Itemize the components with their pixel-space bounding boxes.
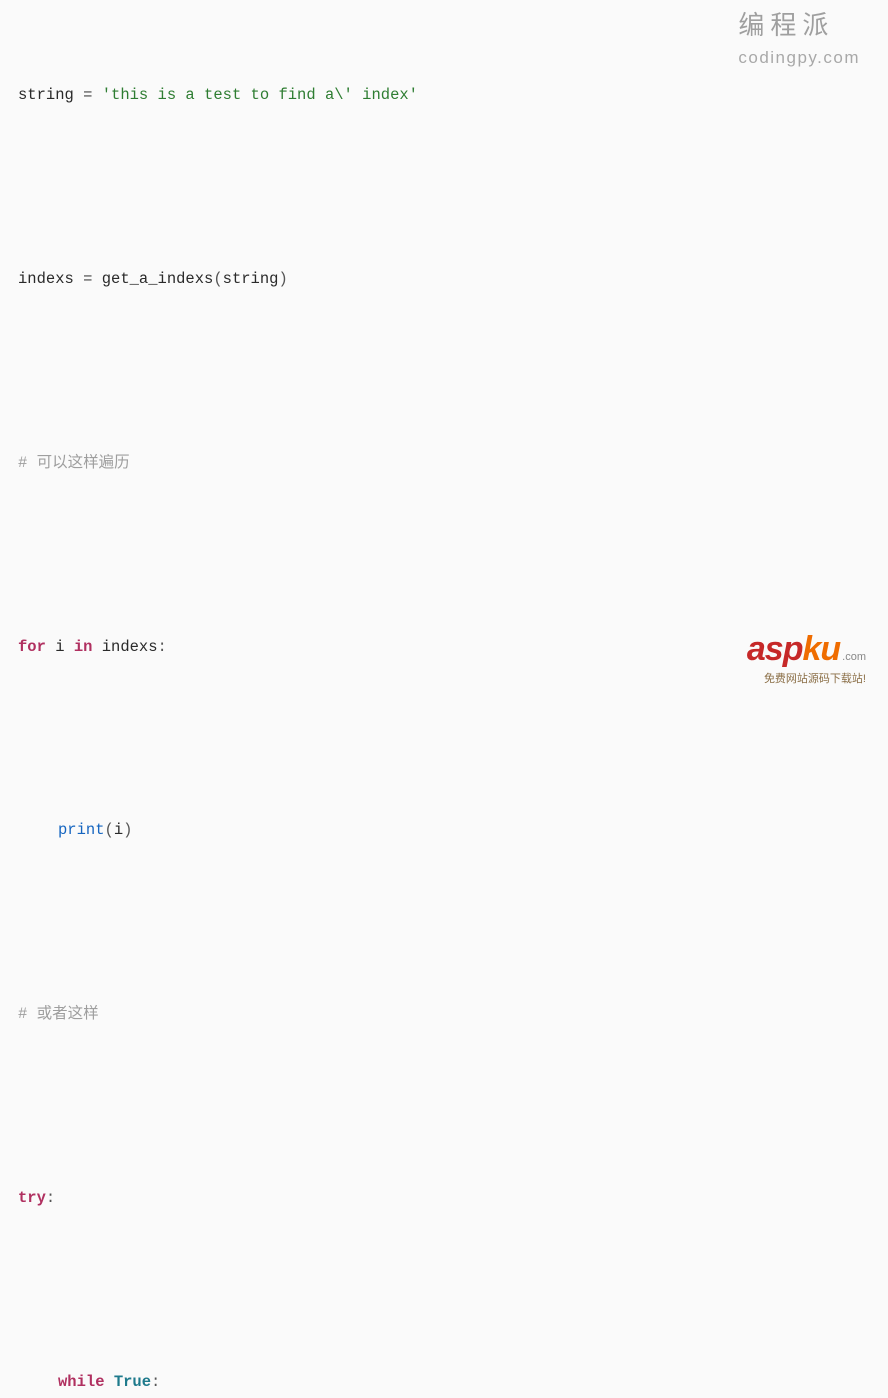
function-call: get_a_indexs <box>102 270 214 288</box>
keyword-while: while <box>58 1373 105 1391</box>
paren: ( <box>213 270 222 288</box>
colon: : <box>151 1373 160 1391</box>
watermark-aspku: aspku.com 免费网站源码下载站! <box>747 626 866 687</box>
blank-line <box>18 731 870 755</box>
code-line: print(i) <box>18 820 870 842</box>
keyword-for: for <box>18 638 46 656</box>
code-block: string = 'this is a test to find a\' ind… <box>18 20 870 1398</box>
watermark-tld: .com <box>842 650 866 665</box>
string-literal: 'this is a test to find a\' index' <box>102 86 418 104</box>
blank-line <box>18 180 870 204</box>
identifier: string <box>18 86 74 104</box>
blank-line <box>18 1283 870 1307</box>
argument: i <box>114 821 123 839</box>
blank-line <box>18 547 870 571</box>
watermark-logo: aspku.com <box>747 626 866 674</box>
comment-line: # 或者这样 <box>18 1004 870 1026</box>
paren: ) <box>278 270 287 288</box>
comment-line: # 可以这样遍历 <box>18 453 870 475</box>
keyword-in: in <box>74 638 93 656</box>
code-line: while True: <box>18 1372 870 1394</box>
code-line: indexs = get_a_indexs(string) <box>18 269 870 291</box>
keyword-true: True <box>114 1373 151 1391</box>
identifier: indexs <box>18 270 74 288</box>
paren: ) <box>123 821 132 839</box>
watermark-tagline: 免费网站源码下载站! <box>747 672 866 687</box>
code-line: for i in indexs: <box>18 637 870 659</box>
operator: = <box>74 86 102 104</box>
identifier: i <box>46 638 74 656</box>
code-line: string = 'this is a test to find a\' ind… <box>18 85 870 107</box>
keyword-try: try <box>18 1189 46 1207</box>
watermark-codingpy: 编程派 codingpy.com <box>738 8 860 70</box>
operator: = <box>74 270 102 288</box>
code-line: try: <box>18 1188 870 1210</box>
comment: # 或者这样 <box>18 1005 99 1023</box>
watermark-cn: 编程派 <box>738 8 860 44</box>
builtin-print: print <box>58 821 105 839</box>
paren: ( <box>105 821 114 839</box>
space <box>105 1373 114 1391</box>
watermark-brand-a: asp <box>747 626 803 674</box>
blank-line <box>18 1099 870 1123</box>
argument: string <box>223 270 279 288</box>
blank-line <box>18 364 870 388</box>
watermark-en: codingpy.com <box>738 46 860 70</box>
comment: # 可以这样遍历 <box>18 454 130 472</box>
colon: : <box>46 1189 55 1207</box>
blank-line <box>18 915 870 939</box>
identifier: indexs <box>92 638 157 656</box>
colon: : <box>158 638 167 656</box>
watermark-brand-b: ku <box>802 626 840 674</box>
